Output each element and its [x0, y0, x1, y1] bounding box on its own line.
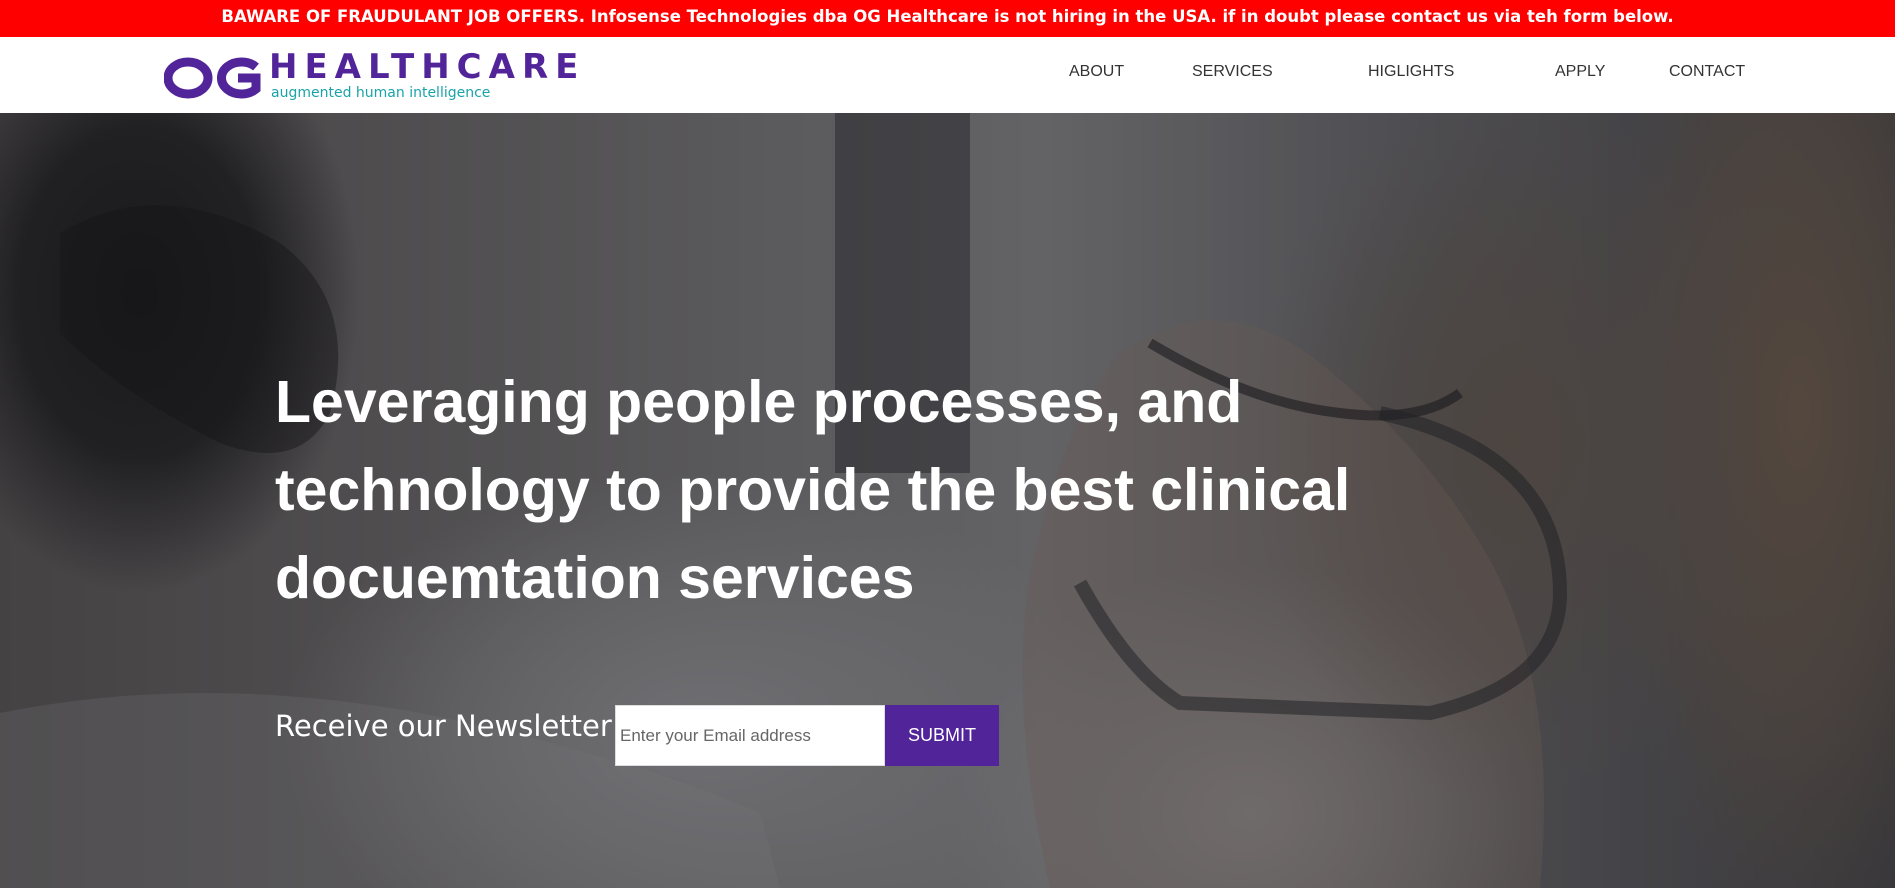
nav-services[interactable]: SERVICES — [1192, 63, 1273, 81]
newsletter-submit-button[interactable]: SUBMIT — [885, 705, 999, 766]
logo-wordmark: HEALTHCARE — [269, 47, 586, 87]
nav-contact[interactable]: CONTACT — [1669, 63, 1745, 81]
logo-tagline: augmented human intelligence — [271, 85, 491, 101]
newsletter-email-input[interactable] — [615, 705, 885, 766]
fraud-alert-text: BAWARE OF FRAUDULANT JOB OFFERS. Infosen… — [221, 7, 1674, 26]
nav-apply[interactable]: APPLY — [1555, 63, 1605, 81]
nav-highlights[interactable]: HIGLIGHTS — [1368, 63, 1454, 81]
newsletter-label: Receive our Newsletter — [275, 709, 612, 743]
hero-headline: Leveraging people processes, and technol… — [275, 369, 1351, 611]
site-header: OG HEALTHCARE augmented human intelligen… — [0, 37, 1895, 113]
site-logo[interactable]: OG HEALTHCARE augmented human intelligen… — [164, 47, 584, 103]
og-logo-mark-icon: OG — [164, 57, 261, 99]
nav-about[interactable]: ABOUT — [1069, 63, 1124, 81]
fraud-alert-banner: BAWARE OF FRAUDULANT JOB OFFERS. Infosen… — [0, 0, 1895, 37]
hero-section: Leveraging people processes, and technol… — [0, 113, 1895, 888]
